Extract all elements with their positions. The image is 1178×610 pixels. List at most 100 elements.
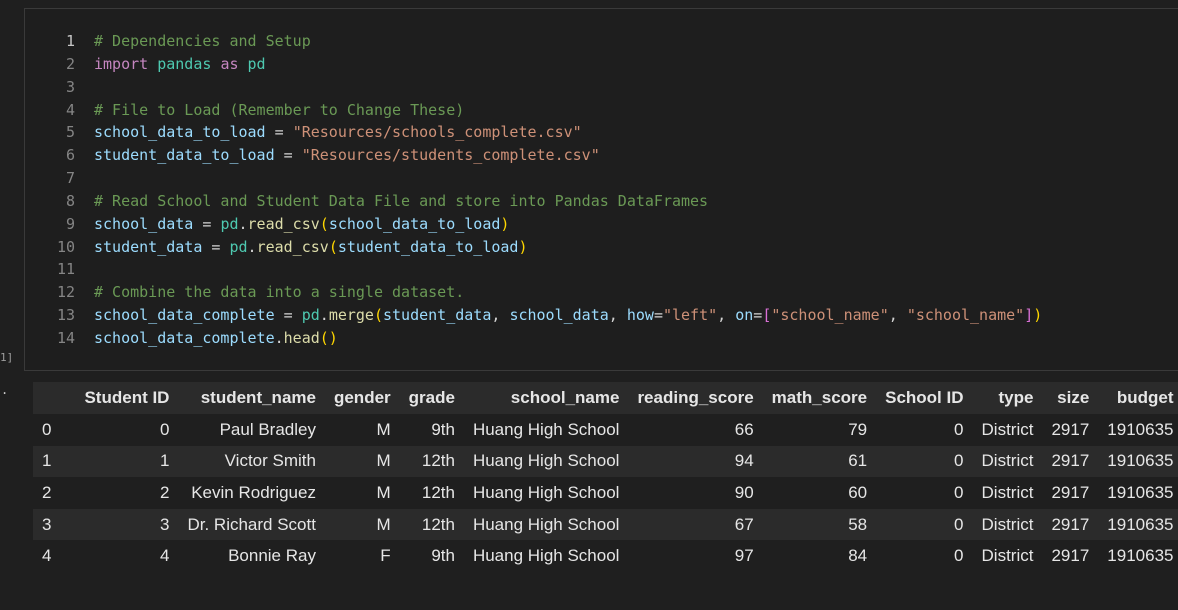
column-header: size [1042,382,1099,414]
code-token: "Resources/schools_complete.csv" [292,123,582,142]
table-cell: 2917 [1042,445,1099,478]
line-number: 13 [56,306,75,325]
column-header: student_name [178,382,325,414]
column-header: budget [1098,382,1178,414]
code-text[interactable]: school_data_complete.head() [94,327,338,350]
line-number: 1 [65,32,75,50]
row-index: 0 [33,414,76,446]
table-cell: Bonnie Ray [178,540,325,572]
code-line[interactable]: 12 # Combine the data into a single datas… [25,281,464,304]
table-cell: 12th [399,445,464,478]
code-token: student_data [94,237,203,256]
code-text[interactable]: # Combine the data into a single dataset… [94,281,464,304]
code-line[interactable]: 6 student_data_to_load = "Resources/stude… [25,144,600,167]
line-number: 11 [56,260,75,279]
code-token: how [626,306,654,325]
code-text[interactable]: # Read School and Student Data File and … [94,190,708,213]
code-line[interactable]: 3 [25,76,75,99]
code-token: = [265,123,293,142]
table-cell: District [972,414,1043,446]
code-line[interactable]: 5 school_data_to_load = "Resources/school… [25,121,582,144]
execution-count: 1] [0,351,14,364]
table-cell: 9th [399,414,464,446]
code-token: "school_name" [771,306,889,325]
table-row: 1 1 Victor Smith M 12th Huang High School 94 61… [33,445,1178,478]
line-number: 4 [65,100,75,119]
code-text[interactable]: # Dependencies and Setup [94,30,311,53]
table-cell: District [972,445,1043,478]
code-token: ( [328,237,338,256]
table-cell: 84 [762,540,877,572]
code-text[interactable]: school_data_to_load = "Resources/schools… [94,121,582,144]
code-token: pd [247,54,266,73]
code-token: = [274,306,302,325]
code-token: ( [373,306,383,325]
code-line[interactable]: 9 school_data = pd.read_csv(school_data_t… [25,213,509,236]
table-cell: F [324,540,400,572]
code-token: school_data_to_load [94,123,266,142]
line-number: 5 [65,123,75,142]
code-token: ) [518,237,528,256]
line-number: 14 [56,328,75,347]
index-header [33,382,76,414]
table-body: 0 0 Paul Bradley M 9th Huang High School 66 79 0… [33,414,1178,572]
table-cell: Kevin Rodriguez [178,477,325,509]
code-line[interactable]: 2 import pandas as pd [25,53,266,76]
code-line[interactable]: 14 school_data_complete.head() [25,327,338,350]
table-cell: District [972,540,1043,572]
code-text[interactable]: # File to Load (Remember to Change These… [94,99,464,122]
code-cell-editor[interactable]: 1 # Dependencies and Setup 2 import pandas … [24,8,1178,371]
code-text[interactable]: student_data = pd.read_csv(student_data_… [94,236,528,259]
code-token: = [202,237,230,256]
row-index: 1 [33,445,76,478]
code-token: = [753,306,763,325]
code-text[interactable]: school_data_complete = pd.merge(student_… [94,304,1042,327]
table-cell: 1 [75,445,179,478]
code-line[interactable]: 13 school_data_complete = pd.merge(studen… [25,304,1042,327]
code-token: [ [762,306,772,325]
table-header-row: Student ID student_name gender grade school_… [33,382,1178,414]
column-header: School ID [876,382,973,414]
code-line[interactable]: 1 # Dependencies and Setup [25,30,311,53]
table-cell: M [324,414,400,446]
code-line[interactable]: 4 # File to Load (Remember to Change Thes… [25,99,464,122]
column-header: reading_score [628,382,763,414]
notebook-page: 1 # Dependencies and Setup 2 import pandas … [0,0,1178,610]
table-row: 2 2 Kevin Rodriguez M 12th Huang High School 9… [33,477,1178,509]
table-cell: 12th [399,477,464,509]
code-line[interactable]: 11 [25,258,75,281]
table-cell: 66 [628,414,763,446]
table-cell: 12th [399,508,464,541]
table-cell: M [324,477,400,509]
code-token: student_data_to_load [94,146,275,165]
table-cell: Victor Smith [178,445,325,478]
table-cell: 61 [762,445,877,478]
code-text[interactable]: import pandas as pd [94,53,266,76]
code-text[interactable]: student_data_to_load = "Resources/studen… [94,144,600,167]
code-token: ) [500,214,510,233]
code-token: # File to Load (Remember to Change These… [94,100,465,119]
table-cell: 79 [762,414,877,446]
line-number: 2 [65,54,75,73]
code-token: , [888,306,907,325]
code-token: school_data_to_load [328,214,501,233]
code-line[interactable]: 7 [25,167,75,190]
line-number: 6 [65,146,75,165]
code-token: , [717,306,736,325]
code-token: head [283,328,320,347]
code-token: # Combine the data into a single dataset… [94,283,465,302]
code-line[interactable]: 8 # Read School and Student Data File and… [25,190,708,213]
code-text[interactable]: school_data = pd.read_csv(school_data_to… [94,213,509,236]
table-cell: 1910635 [1098,540,1178,572]
table-cell: 0 [75,414,179,446]
row-index: 2 [33,477,76,509]
code-token: school_data_complete [94,328,275,347]
table-cell: District [972,508,1043,541]
column-header: type [972,382,1043,414]
table-cell: 4 [75,540,179,572]
code-line[interactable]: 10 student_data = pd.read_csv(student_dat… [25,236,528,259]
column-header: math_score [762,382,877,414]
code-lines[interactable]: 1 # Dependencies and Setup 2 import pandas … [25,30,1042,350]
table-cell: Huang High School [463,477,629,509]
line-number: 8 [65,191,75,210]
